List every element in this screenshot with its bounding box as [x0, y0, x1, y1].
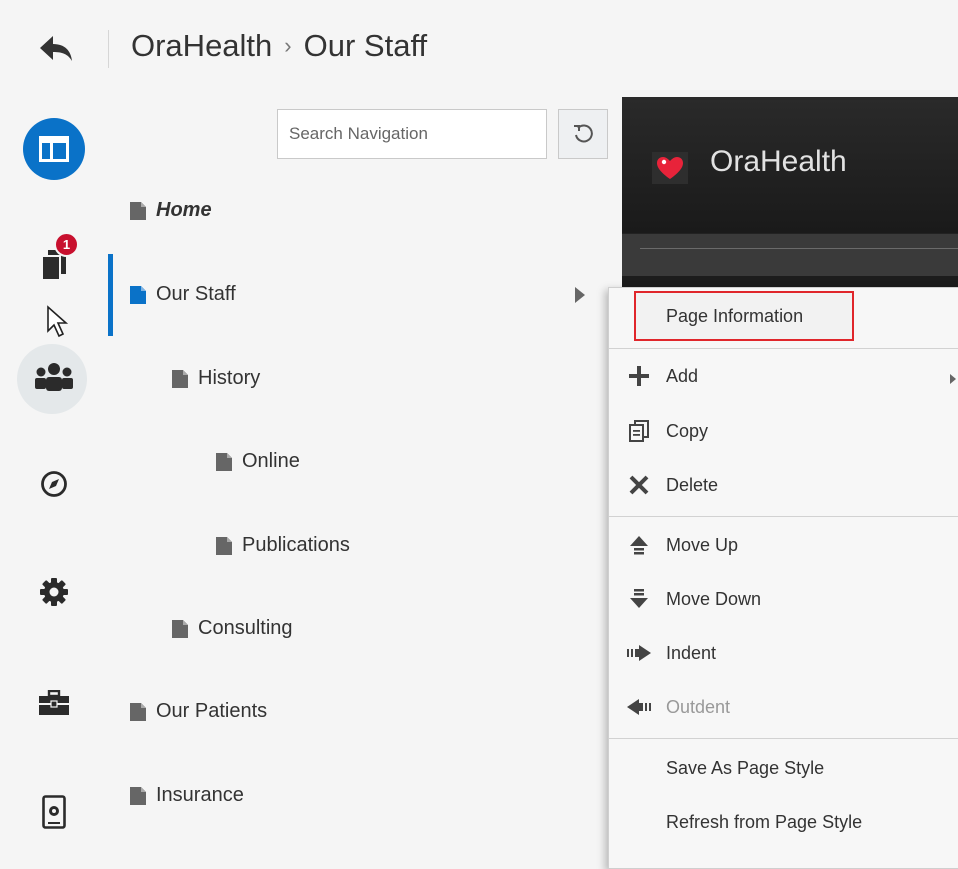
nav-item-label: Home: [156, 199, 212, 221]
gear-icon[interactable]: [0, 577, 108, 607]
refresh-icon: [574, 124, 593, 143]
copy-icon: [626, 420, 652, 442]
menu-item-move-up[interactable]: Move Up: [609, 520, 958, 570]
page-icon: [172, 369, 188, 388]
page-icon: [130, 201, 146, 220]
menu-item-label: Copy: [666, 420, 709, 441]
mouse-cursor-icon: [46, 305, 70, 344]
page-icon: [172, 619, 188, 638]
menu-item-label: Move Up: [666, 534, 739, 555]
menu-item-save-as-page-style[interactable]: Save As Page Style: [609, 743, 958, 793]
menu-item-label: Indent: [666, 642, 717, 663]
top-bar: OraHealth › Our Staff: [0, 0, 958, 95]
pages-badge: 1: [54, 232, 79, 257]
page-icon: [130, 702, 146, 721]
back-arrow-icon[interactable]: [38, 30, 74, 66]
plus-icon: [626, 365, 652, 387]
breadcrumb-separator: ›: [284, 33, 292, 58]
menu-item-outdent[interactable]: Outdent: [609, 682, 958, 732]
heart-logo-icon: [652, 152, 688, 189]
briefcase-icon[interactable]: [0, 690, 108, 716]
nav-item-label: Our Patients: [156, 700, 268, 722]
menu-item-label: Page Information: [666, 305, 804, 326]
expand-arrow-icon[interactable]: [574, 286, 586, 309]
compass-icon[interactable]: [0, 470, 108, 498]
nav-item-label: Insurance: [156, 784, 244, 806]
menu-item-page-information[interactable]: Page Information: [634, 291, 854, 341]
breadcrumb-site[interactable]: OraHealth: [131, 28, 272, 63]
menu-item-copy[interactable]: Copy: [609, 406, 958, 456]
menu-divider: [609, 516, 958, 517]
nav-item-our-staff[interactable]: Our Staff: [129, 283, 236, 306]
page-icon: [130, 786, 146, 805]
nav-item-consulting[interactable]: Consulting: [171, 617, 293, 640]
page-icon: [216, 452, 232, 471]
page-layout-icon[interactable]: [0, 118, 108, 180]
context-menu: Page Information Add Copy Delete Move Up…: [608, 287, 958, 869]
menu-item-move-down[interactable]: Move Down: [609, 574, 958, 624]
menu-item-label: Save As Page Style: [666, 757, 825, 778]
refresh-button[interactable]: [558, 109, 608, 159]
menu-item-add[interactable]: Add: [609, 351, 958, 401]
menu-item-indent[interactable]: Indent: [609, 628, 958, 678]
pages-icon[interactable]: [0, 248, 108, 282]
nav-item-history[interactable]: History: [171, 367, 260, 390]
nav-item-label: Publications: [242, 534, 350, 556]
selected-item-indicator: [108, 254, 113, 336]
outdent-icon: [626, 696, 652, 718]
nav-item-label: Consulting: [198, 617, 293, 639]
move-up-icon: [626, 534, 652, 556]
menu-item-label: Outdent: [666, 696, 731, 717]
menu-item-label: Move Down: [666, 588, 762, 609]
people-icon[interactable]: [0, 361, 108, 393]
nav-item-insurance[interactable]: Insurance: [129, 784, 244, 807]
menu-item-delete[interactable]: Delete: [609, 460, 958, 510]
nav-item-label: History: [198, 367, 261, 389]
nav-item-publications[interactable]: Publications: [215, 534, 350, 557]
menu-divider: [609, 738, 958, 739]
menu-divider: [609, 348, 958, 349]
device-settings-icon[interactable]: [0, 795, 108, 829]
nav-item-label: Online: [242, 450, 300, 472]
breadcrumb-current: Our Staff: [303, 28, 428, 63]
menu-item-refresh-from-page-style[interactable]: Refresh from Page Style: [609, 797, 958, 847]
indent-icon: [626, 642, 652, 664]
nav-item-our-patients[interactable]: Our Patients: [129, 700, 267, 723]
menu-item-label: Add: [666, 365, 699, 386]
nav-item-label: Our Staff: [156, 283, 236, 305]
close-icon: [626, 474, 652, 496]
nav-item-online[interactable]: Online: [215, 450, 300, 473]
move-down-icon: [626, 588, 652, 610]
page-icon: [216, 536, 232, 555]
header-divider: [108, 30, 109, 68]
menu-item-label: Delete: [666, 474, 719, 495]
page-icon: [130, 285, 146, 304]
menu-item-label: Refresh from Page Style: [666, 811, 863, 832]
preview-brand-name: OraHealth: [710, 145, 847, 178]
preview-nav-strip: [622, 233, 958, 276]
breadcrumb: OraHealth › Our Staff: [131, 28, 427, 64]
search-navigation-input[interactable]: [277, 109, 547, 159]
nav-item-home[interactable]: Home: [129, 199, 212, 222]
submenu-arrow-icon: [949, 369, 957, 390]
